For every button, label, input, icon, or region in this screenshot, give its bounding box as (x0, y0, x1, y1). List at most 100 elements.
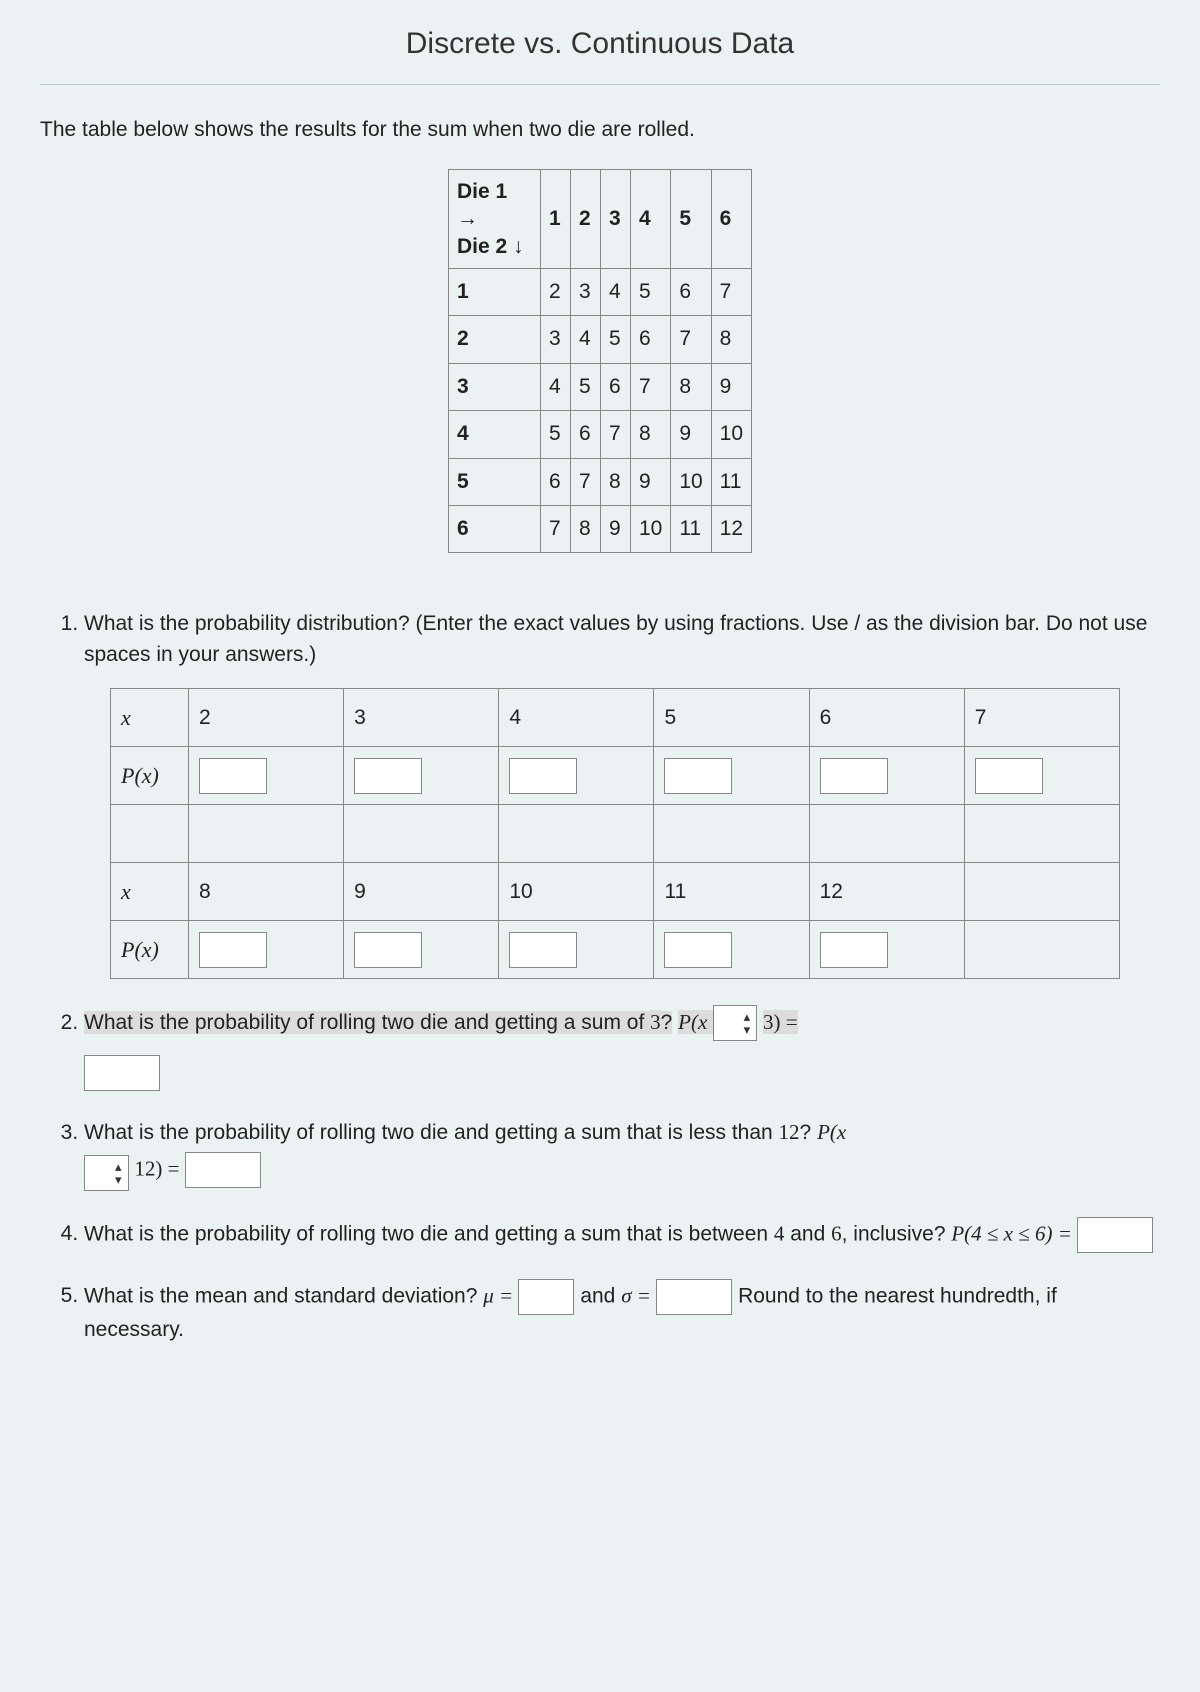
row-header: 5 (448, 458, 540, 505)
cell: 7 (630, 363, 670, 410)
die2-label: Die 2 ↓ (457, 235, 524, 258)
cell: 3 (540, 316, 570, 363)
px-input-2[interactable] (199, 758, 267, 794)
q1-text: What is the probability distribution? (E… (84, 612, 1147, 665)
row-header: 1 (448, 268, 540, 315)
cell: 5 (540, 411, 570, 458)
col-header: 3 (600, 169, 630, 268)
q5-sigma: σ = (621, 1283, 656, 1307)
x-value: 4 (499, 689, 654, 747)
x-value: 3 (344, 689, 499, 747)
cell: 8 (570, 506, 600, 553)
q5-and: and (580, 1284, 621, 1307)
q2-answer-input[interactable] (84, 1055, 160, 1091)
x-value: 10 (499, 863, 654, 921)
q2-three: 3 (650, 1010, 661, 1034)
px-input-11[interactable] (664, 932, 732, 968)
x-value (964, 863, 1119, 921)
cell: 9 (600, 506, 630, 553)
cell: 6 (570, 411, 600, 458)
cell: 5 (600, 316, 630, 363)
x-label: x (111, 863, 189, 921)
x-label: x (111, 689, 189, 747)
question-5: What is the mean and standard deviation?… (84, 1279, 1160, 1345)
row-header: 4 (448, 411, 540, 458)
px-input-9[interactable] (354, 932, 422, 968)
x-value: 11 (654, 863, 809, 921)
x-value: 9 (344, 863, 499, 921)
px-input-7[interactable] (975, 758, 1043, 794)
cell: 6 (600, 363, 630, 410)
q4-four: 4 (774, 1221, 785, 1245)
cell: 4 (570, 316, 600, 363)
q3-qmark: ? (800, 1121, 812, 1144)
q5-mu: μ = (483, 1283, 518, 1307)
q3-operator-select[interactable]: ▴▾ (84, 1155, 129, 1191)
intro-text: The table below shows the results for th… (40, 115, 1160, 145)
px-input-12[interactable] (820, 932, 888, 968)
col-header: 6 (711, 169, 751, 268)
x-value: 6 (809, 689, 964, 747)
cell: 9 (630, 458, 670, 505)
cell: 7 (540, 506, 570, 553)
q3-twelve: 12 (779, 1120, 800, 1144)
x-value: 12 (809, 863, 964, 921)
col-header: 4 (630, 169, 670, 268)
page-title: Discrete vs. Continuous Data (40, 0, 1160, 85)
cell: 7 (570, 458, 600, 505)
cell: 7 (671, 316, 711, 363)
px-input-6[interactable] (820, 758, 888, 794)
row-header: 3 (448, 363, 540, 410)
q2-px: P(x (678, 1010, 712, 1034)
cell: 11 (671, 506, 711, 553)
question-4: What is the probability of rolling two d… (84, 1217, 1160, 1253)
col-header: 2 (570, 169, 600, 268)
x-value: 5 (654, 689, 809, 747)
px-input-8[interactable] (199, 932, 267, 968)
px-input-10[interactable] (509, 932, 577, 968)
q4-and: and (784, 1222, 831, 1245)
col-header: 5 (671, 169, 711, 268)
q3-answer-input[interactable] (185, 1152, 261, 1188)
cell: 5 (630, 268, 670, 315)
q2-operator-select[interactable]: ▴▾ (713, 1005, 758, 1041)
q5-text: What is the mean and standard deviation? (84, 1284, 483, 1307)
px-label: P(x) (111, 747, 189, 805)
q2-close: 3) = (763, 1010, 798, 1034)
cell: 11 (711, 458, 751, 505)
question-3: What is the probability of rolling two d… (84, 1117, 1160, 1190)
cell: 10 (671, 458, 711, 505)
px-label: P(x) (111, 921, 189, 979)
q3-px: P(x (817, 1120, 846, 1144)
cell: 3 (570, 268, 600, 315)
cell: 5 (570, 363, 600, 410)
cell: 12 (711, 506, 751, 553)
cell: 4 (540, 363, 570, 410)
row-header: 6 (448, 506, 540, 553)
q5-mu-input[interactable] (518, 1279, 574, 1315)
q3-text: What is the probability of rolling two d… (84, 1121, 779, 1144)
q2-qmark: ? (661, 1011, 673, 1034)
q4-answer-input[interactable] (1077, 1217, 1153, 1253)
cell: 4 (600, 268, 630, 315)
px-input-5[interactable] (664, 758, 732, 794)
q4-six: 6 (831, 1221, 842, 1245)
x-value: 8 (189, 863, 344, 921)
x-value: 7 (964, 689, 1119, 747)
cell: 6 (630, 316, 670, 363)
px-input-3[interactable] (354, 758, 422, 794)
cell: 8 (630, 411, 670, 458)
cell: 8 (711, 316, 751, 363)
cell: 10 (711, 411, 751, 458)
px-input-4[interactable] (509, 758, 577, 794)
x-value: 2 (189, 689, 344, 747)
cell: 7 (600, 411, 630, 458)
cell: 8 (671, 363, 711, 410)
row-header: 2 (448, 316, 540, 363)
cell: 9 (671, 411, 711, 458)
updown-icon: ▴▾ (744, 1010, 751, 1036)
cell: 6 (540, 458, 570, 505)
q4-inclusive: , inclusive? (842, 1222, 952, 1245)
q5-sigma-input[interactable] (656, 1279, 732, 1315)
q3-close: 12) = (134, 1156, 184, 1180)
